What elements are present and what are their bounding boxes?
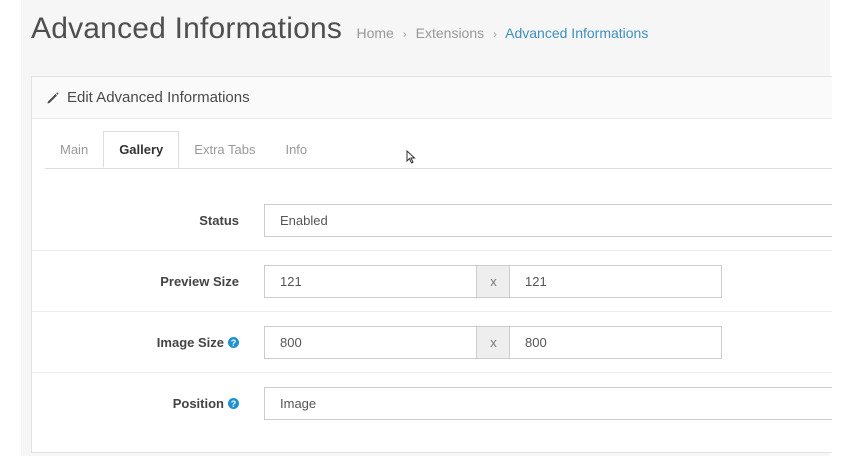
preview-width-input[interactable]: 121 (264, 265, 477, 298)
position-label: Position ? (173, 387, 239, 420)
position-row: Position ? Image (32, 373, 832, 434)
tab-main[interactable]: Main (45, 131, 103, 167)
tab-gallery[interactable]: Gallery (103, 131, 180, 168)
page-title: Advanced Informations (31, 12, 343, 45)
status-label: Status (199, 213, 239, 228)
breadcrumb-home[interactable]: Home (357, 25, 394, 41)
breadcrumb-separator: › (493, 27, 498, 41)
image-width-input[interactable]: 800 (264, 326, 477, 359)
edit-panel: Edit Advanced Informations Main Gallery … (31, 76, 832, 453)
breadcrumb-separator: › (402, 27, 407, 41)
mouse-cursor-icon (406, 149, 416, 164)
image-size-row: Image Size ? 800 x 800 (32, 312, 832, 373)
status-select[interactable]: Enabled (264, 204, 832, 237)
pencil-icon (46, 91, 60, 105)
tab-bar: Main Gallery Extra Tabs Info (45, 131, 832, 169)
breadcrumb: Home › Extensions › Advanced Information… (357, 25, 649, 41)
preview-size-label: Preview Size (160, 274, 239, 289)
image-height-input[interactable]: 800 (509, 326, 722, 359)
image-size-label: Image Size ? (157, 326, 239, 359)
image-size-separator: x (477, 326, 510, 359)
tab-extra-tabs[interactable]: Extra Tabs (179, 131, 270, 167)
panel-heading: Edit Advanced Informations (32, 77, 832, 119)
tab-info[interactable]: Info (270, 131, 322, 167)
breadcrumb-extensions[interactable]: Extensions (416, 25, 484, 41)
preview-size-separator: x (477, 265, 510, 298)
preview-height-input[interactable]: 121 (509, 265, 722, 298)
panel-title: Edit Advanced Informations (67, 89, 250, 106)
preview-size-row: Preview Size 121 x 121 (32, 251, 832, 312)
breadcrumb-current[interactable]: Advanced Informations (505, 25, 648, 41)
status-row: Status Enabled (32, 190, 832, 251)
question-icon[interactable]: ? (228, 398, 239, 409)
question-icon[interactable]: ? (228, 337, 239, 348)
page-header: Advanced Informations Home › Extensions … (31, 12, 648, 52)
content-wrapper: Advanced Informations Home › Extensions … (21, 0, 832, 456)
position-select[interactable]: Image (264, 387, 832, 420)
